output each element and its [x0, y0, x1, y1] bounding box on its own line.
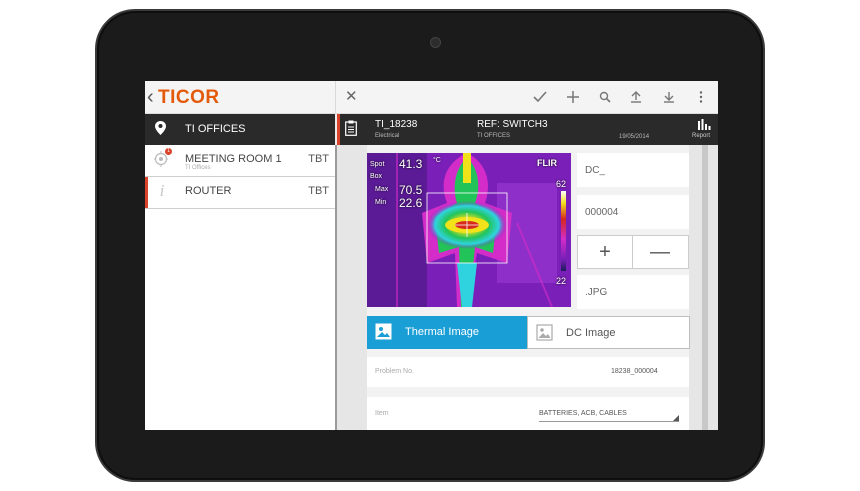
notification-badge: 1 [165, 148, 172, 155]
scale-max: 62 [556, 179, 567, 189]
logo-area: ‹ TICOR [145, 81, 336, 113]
tab-dc-image[interactable]: DC Image [527, 316, 690, 349]
location-header[interactable]: TI OFFICES [145, 114, 335, 145]
list-item-meeting-room[interactable]: 1 MEETING ROOM 1 TI Offices TBT [145, 145, 335, 177]
location-list: 1 MEETING ROOM 1 TI Offices TBT i ROUTER… [145, 145, 335, 430]
list-item-label: MEETING ROOM 1 [185, 153, 282, 165]
download-icon[interactable] [660, 88, 678, 106]
location-title: TI OFFICES [185, 123, 246, 135]
image-icon [375, 323, 392, 340]
thermal-image[interactable]: Spot 41.3 °C Box Max 70.5 Min 22.6 FLIR … [367, 153, 571, 307]
item-label: Item [375, 410, 389, 417]
search-icon[interactable] [596, 88, 614, 106]
list-item-status: TBT [308, 153, 329, 165]
spot-label: Spot [370, 161, 385, 168]
report-chart-icon[interactable] [698, 119, 712, 130]
detail-panel: Spot 41.3 °C Box Max 70.5 Min 22.6 FLIR … [337, 145, 718, 430]
detail-content: Spot 41.3 °C Box Max 70.5 Min 22.6 FLIR … [367, 145, 690, 430]
scale-min: 22 [556, 276, 567, 286]
app-logo: TICOR [158, 87, 220, 108]
more-icon[interactable] [692, 88, 710, 106]
record-date: 19/05/2014 [619, 134, 650, 140]
tab-label: Thermal Image [405, 326, 479, 338]
dc-name-value: DC_ [585, 165, 606, 176]
record-category: Electrical [375, 133, 400, 139]
temperature-unit: °C [433, 157, 441, 164]
problem-value: 18238_000004 [611, 368, 658, 375]
item-value: BATTERIES, ACB, CABLES [539, 410, 627, 417]
accent-bar [337, 114, 340, 145]
counter-stepper: + — [577, 235, 689, 269]
item-underline [539, 421, 679, 422]
list-item-label: ROUTER [185, 185, 232, 197]
clipboard-icon [345, 120, 357, 136]
close-icon[interactable]: ✕ [345, 87, 358, 107]
check-icon[interactable] [531, 88, 549, 106]
record-code: TI_18238 [375, 119, 418, 130]
selected-indicator [145, 177, 148, 208]
record-ref: REF: SWITCH3 [477, 119, 548, 130]
top-toolbar: ‹ TICOR ✕ [145, 81, 718, 114]
min-label: Min [375, 199, 387, 206]
tab-thermal-image[interactable]: Thermal Image [367, 316, 527, 349]
list-item-status: TBT [308, 185, 329, 197]
increment-button[interactable]: + [578, 236, 633, 268]
upload-icon[interactable] [627, 88, 645, 106]
list-item-router[interactable]: i ROUTER TBT [145, 177, 335, 209]
record-header: TI_18238 Electrical REF: SWITCH3 TI OFFI… [337, 114, 718, 145]
app-screen: ‹ TICOR ✕ TI OFFICES TI_18238 Electrical… [145, 81, 718, 430]
problem-label: Problem No. [375, 368, 414, 375]
counter-value: 000004 [585, 207, 619, 218]
counter-field[interactable]: 000004 [577, 195, 689, 229]
scrollbar[interactable] [702, 145, 708, 430]
record-location: TI OFFICES [477, 133, 510, 139]
extension-field[interactable]: .JPG [577, 275, 689, 309]
plus-icon[interactable] [564, 88, 582, 106]
dc-name-field[interactable]: DC_ [577, 153, 689, 187]
image-tabs: Thermal Image DC Image [367, 316, 690, 349]
item-row[interactable]: Item BATTERIES, ACB, CABLES [367, 397, 689, 430]
dropdown-corner-icon[interactable] [673, 415, 679, 421]
spot-value: 41.3 [399, 157, 423, 171]
report-label[interactable]: Report [692, 133, 710, 139]
box-label: Box [370, 173, 383, 180]
back-chevron-icon[interactable]: ‹ [147, 87, 154, 107]
list-item-sublabel: TI Offices [185, 165, 211, 171]
min-value: 22.6 [399, 196, 423, 210]
tab-label: DC Image [566, 327, 616, 339]
info-icon: i [159, 181, 165, 200]
max-label: Max [375, 186, 389, 193]
extension-value: .JPG [585, 287, 608, 298]
flir-logo: FLIR [537, 158, 557, 168]
location-pin-icon [155, 121, 166, 135]
camera-lens [430, 37, 441, 48]
problem-number-row[interactable]: Problem No. 18238_000004 [367, 357, 689, 387]
max-value: 70.5 [399, 183, 423, 197]
decrement-button[interactable]: — [633, 236, 687, 268]
thermal-heatmap [367, 153, 571, 307]
image-icon [536, 324, 553, 341]
